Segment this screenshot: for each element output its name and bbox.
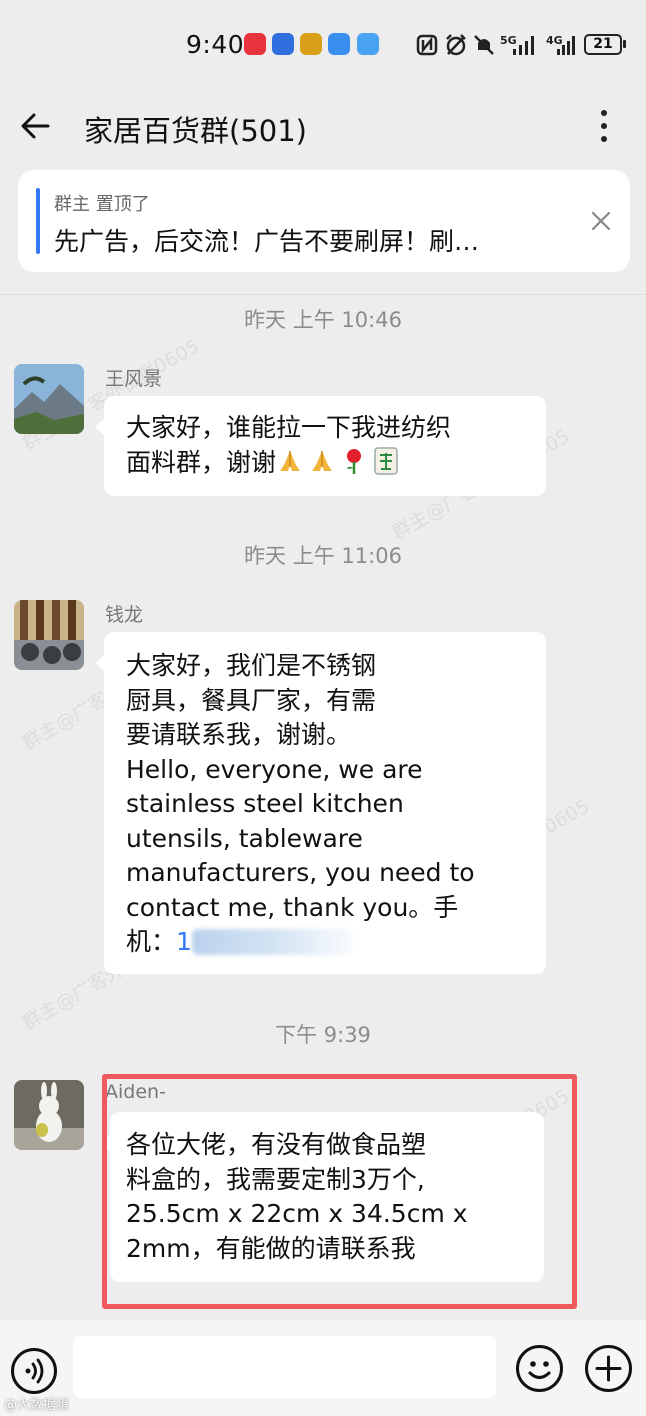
battery-icon: 21	[584, 34, 622, 55]
voice-icon[interactable]	[11, 1348, 57, 1394]
status-time: 9:40	[186, 30, 245, 59]
chat-title: 家居百货群(501)	[84, 114, 307, 148]
app-badge-yellow-icon	[300, 33, 322, 55]
nfc-icon	[416, 34, 438, 56]
message-timestamp: 昨天 上午 11:06	[244, 544, 402, 568]
redacted-phone-blur	[191, 929, 352, 955]
arrow-left-icon[interactable]	[18, 108, 54, 144]
avatar[interactable]	[14, 1080, 84, 1150]
phone-number-link[interactable]: 1	[176, 927, 192, 956]
message-input[interactable]	[73, 1336, 496, 1398]
folded-hands-icon	[312, 450, 333, 471]
signal-icon	[513, 36, 534, 55]
sender-name: 钱龙	[105, 604, 144, 626]
message-line: Hello, everyone, we are	[126, 754, 423, 784]
app-badge-red-icon	[244, 33, 266, 55]
more-vertical-icon[interactable]	[592, 106, 616, 146]
message-line: stainless steel kitchen	[126, 789, 404, 818]
close-icon[interactable]	[590, 210, 612, 232]
phone-prefix: 机：	[126, 927, 177, 956]
pinned-accent-bar	[36, 188, 40, 254]
message-line: 面料群，谢谢	[126, 447, 277, 477]
signal-icon	[557, 36, 575, 55]
status-bar: 9:40 5G 4G 21	[0, 0, 646, 90]
pinned-message[interactable]: 群主 置顶了 先广告，后交流！广告不要刷屏！刷…	[18, 170, 630, 272]
app-badge-blue-icon	[272, 33, 294, 55]
message-line: manufacturers, you need to	[126, 858, 475, 887]
footer-watermark: @大数据猎	[4, 1398, 70, 1413]
phone-line: 机：1	[126, 925, 524, 960]
rose-icon	[347, 448, 362, 474]
message-line: utensils, tableware	[126, 823, 363, 853]
avatar[interactable]	[14, 364, 84, 434]
mahjong-fa-icon	[374, 446, 398, 475]
message-timestamp: 昨天 上午 10:46	[244, 308, 402, 332]
message-timestamp: 下午 9:39	[275, 1023, 371, 1047]
divider	[0, 294, 646, 295]
folded-hands-icon	[280, 450, 301, 471]
message-line: 大家好，我们是不锈钢	[126, 651, 377, 680]
sender-name: 王风景	[105, 368, 163, 390]
avatar[interactable]	[14, 600, 84, 670]
chat-header: 家居百货群(501)	[0, 90, 646, 166]
pinned-text: 先广告，后交流！广告不要刷屏！刷…	[54, 227, 480, 256]
pinned-meta: 群主 置顶了	[54, 194, 150, 215]
cloud-icon	[328, 33, 350, 55]
message-line: contact me, thank you。手	[126, 892, 459, 922]
mute-icon	[474, 35, 494, 55]
message-line: 厨具，餐具厂家，有需	[126, 685, 377, 715]
plus-icon[interactable]	[585, 1345, 632, 1392]
weather-icon	[357, 33, 379, 55]
input-bar	[0, 1320, 646, 1416]
battery-tip	[623, 40, 626, 48]
message-line: 要请联系我，谢谢。	[126, 720, 352, 749]
smiley-icon[interactable]	[516, 1345, 563, 1392]
message-bubble[interactable]: 大家好，谁能拉一下我进纺织 面料群，谢谢	[95, 396, 546, 496]
highlight-box	[102, 1074, 577, 1309]
message-line-with-emoji: 面料群，谢谢	[126, 446, 524, 481]
alarm-icon	[446, 34, 466, 56]
message-bubble[interactable]: 大家好，我们是不锈钢 厨具，餐具厂家，有需 要请联系我，谢谢。 Hello, e…	[95, 632, 546, 974]
message-line: 大家好，谁能拉一下我进纺织	[126, 413, 452, 442]
